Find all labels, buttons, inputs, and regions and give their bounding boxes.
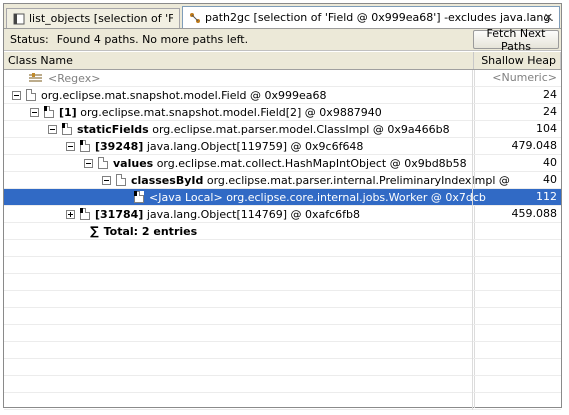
collapse-icon[interactable] (48, 124, 57, 134)
object-icon (80, 140, 90, 152)
collapse-icon[interactable] (84, 158, 93, 168)
object-icon (62, 123, 72, 135)
tree-table: <Regex> <Numeric> org.eclipse.mat.snapsh… (4, 70, 561, 410)
row-heap: 479.048 (511, 139, 558, 152)
table-row[interactable]: [31784] java.lang.Object[114769] @ 0xafc… (4, 206, 561, 223)
table-header: Class Name Shallow Heap (4, 52, 561, 70)
table-row[interactable]: [39248] java.lang.Object[119759] @ 0x9c6… (4, 138, 561, 155)
row-heap: 24 (543, 105, 557, 118)
row-heap: 24 (543, 88, 557, 101)
expand-icon[interactable] (66, 209, 75, 219)
empty-row (4, 274, 561, 291)
object-icon (80, 208, 90, 220)
row-text: org.eclipse.mat.parser.internal.Prelimin… (206, 173, 510, 187)
status-text: Found 4 paths. No more paths left. (56, 33, 249, 46)
row-field: [1] (59, 105, 77, 119)
status-bar: Status: Found 4 paths. No more paths lef… (4, 27, 561, 53)
collapse-icon[interactable] (66, 141, 75, 151)
empty-row (4, 257, 561, 274)
empty-row (4, 291, 561, 308)
row-field: values (113, 156, 154, 170)
tab-path2gc[interactable]: path2gc [selection of 'Field @ 0x999ea68… (182, 6, 560, 28)
numeric-filter-input[interactable]: <Numeric> (474, 70, 557, 86)
row-text: org.eclipse.mat.parser.model.ClassImpl @… (152, 122, 450, 136)
table-row[interactable]: [1] org.eclipse.mat.snapshot.model.Field… (4, 104, 561, 121)
regex-filter-input[interactable]: <Regex> (48, 72, 100, 85)
empty-row (4, 393, 561, 410)
fetch-next-paths-button[interactable]: Fetch Next Paths (473, 27, 559, 53)
table-row[interactable]: org.eclipse.mat.snapshot.model.Field @ 0… (4, 87, 561, 104)
empty-row (4, 308, 561, 325)
list-objects-icon (13, 13, 25, 24)
empty-row (4, 376, 561, 393)
row-text: java.lang.Object[119759] @ 0x9c6f648 (146, 139, 364, 153)
row-field: classesById (131, 173, 204, 187)
filter-row: <Regex> <Numeric> (4, 70, 561, 87)
close-icon[interactable]: ✕ (544, 11, 553, 24)
empty-row (4, 342, 561, 359)
row-heap: 112 (536, 190, 557, 203)
regex-filter-icon (29, 73, 42, 82)
total-row: ∑ Total: 2 entries (4, 223, 561, 240)
row-heap: 459.088 (511, 207, 558, 220)
row-text: java.lang.Object[114769] @ 0xafc6fb8 (146, 207, 361, 221)
row-heap: 104 (536, 122, 557, 135)
row-local-label: <Java Local> (149, 190, 223, 204)
total-label: Total: 2 entries (103, 224, 198, 238)
object-icon (44, 106, 54, 118)
sum-icon: ∑ (90, 224, 99, 238)
empty-row (4, 359, 561, 376)
row-heap: 40 (543, 173, 557, 186)
object-icon (134, 191, 144, 203)
object-icon (116, 174, 126, 186)
row-heap: 40 (543, 156, 557, 169)
tab-bar: list_objects [selection of 'Field'] path… (4, 4, 561, 29)
row-text: org.eclipse.mat.snapshot.model.Field[2] … (80, 105, 382, 119)
status-label: Status: (10, 33, 49, 46)
empty-row (4, 325, 561, 342)
row-field: [39248] (95, 139, 144, 153)
table-row-selected[interactable]: <Java Local> org.eclipse.core.internal.j… (4, 189, 561, 206)
editor-frame: list_objects [selection of 'Field'] path… (3, 3, 562, 410)
row-text: org.eclipse.mat.collect.HashMapIntObject… (156, 156, 467, 170)
table-row[interactable]: staticFields org.eclipse.mat.parser.mode… (4, 121, 561, 138)
row-text: org.eclipse.mat.snapshot.model.Field @ 0… (41, 88, 327, 102)
tab-list-objects[interactable]: list_objects [selection of 'Field'] (6, 8, 180, 28)
table-row[interactable]: values org.eclipse.mat.collect.HashMapIn… (4, 155, 561, 172)
object-icon (98, 157, 108, 169)
tab-label: list_objects [selection of 'Field'] (29, 12, 173, 25)
collapse-icon[interactable] (30, 107, 39, 117)
collapse-icon[interactable] (102, 175, 111, 185)
table-row[interactable]: classesById org.eclipse.mat.parser.inter… (4, 172, 561, 189)
collapse-icon[interactable] (12, 90, 21, 100)
path2gc-icon (190, 12, 200, 23)
row-field: [31784] (95, 207, 144, 221)
row-text: org.eclipse.core.internal.jobs.Worker @ … (226, 190, 486, 204)
empty-row (4, 240, 561, 257)
tab-label: path2gc [selection of 'Field @ 0x999ea68… (205, 11, 553, 24)
column-shallow-heap[interactable]: Shallow Heap (474, 52, 561, 69)
column-class-name[interactable]: Class Name (4, 52, 474, 69)
row-field: staticFields (77, 122, 149, 136)
object-icon (26, 89, 36, 101)
